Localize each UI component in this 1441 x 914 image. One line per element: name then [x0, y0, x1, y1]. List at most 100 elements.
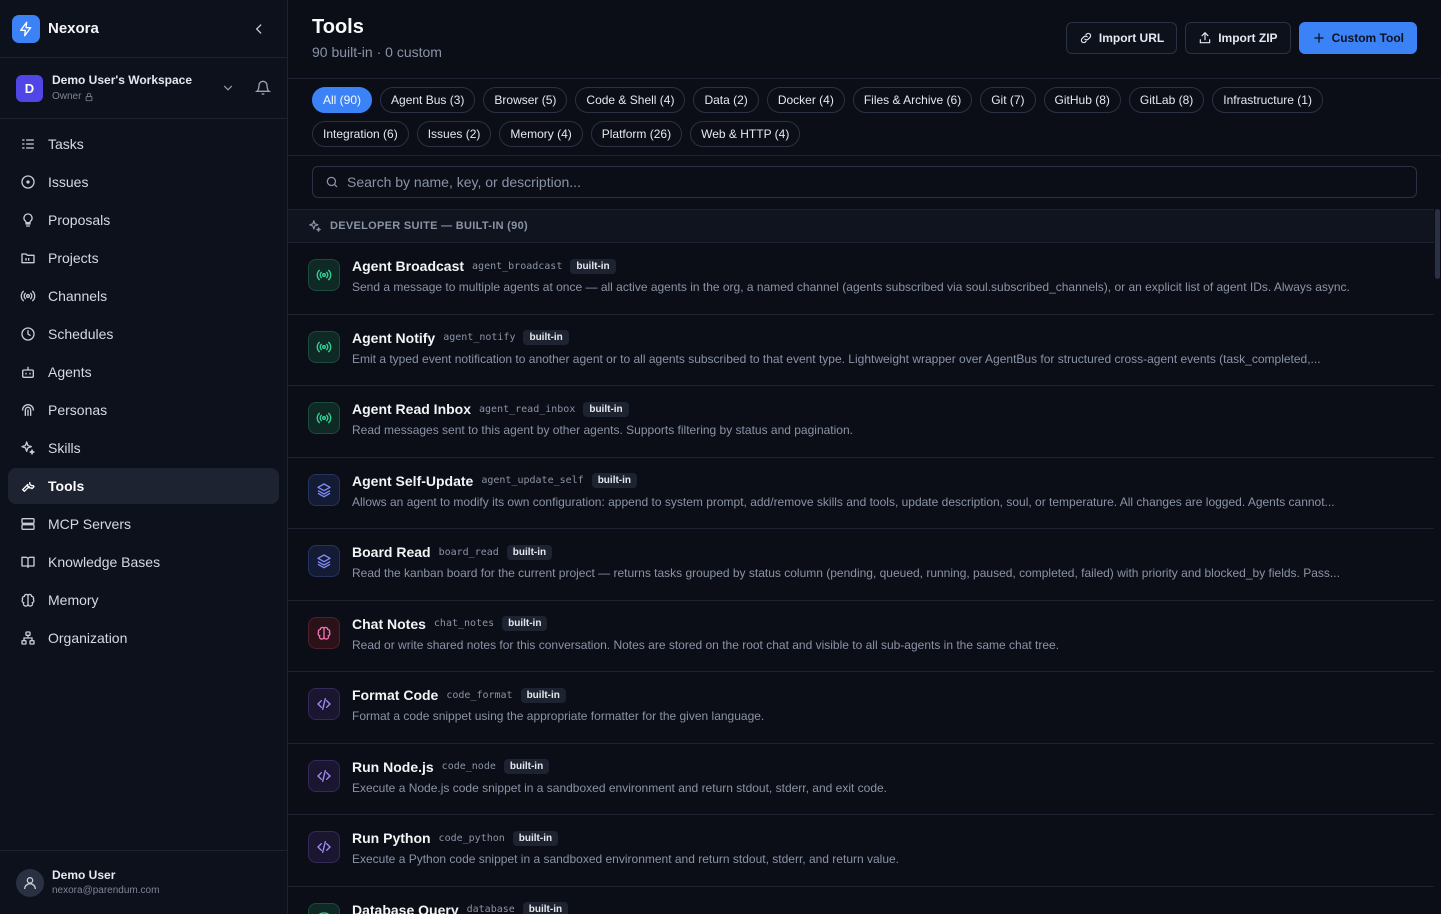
tool-row-agent-self-update[interactable]: Agent Self-Update agent_update_self buil…: [288, 458, 1434, 529]
import-url-button[interactable]: Import URL: [1065, 22, 1178, 54]
filter-chip-platform[interactable]: Platform (26): [590, 121, 683, 147]
brain-icon: [21, 593, 35, 607]
user-icon: [24, 877, 36, 890]
folder-icon: [21, 253, 35, 264]
filter-chip-github[interactable]: GitHub (8): [1043, 87, 1121, 113]
scrollbar[interactable]: [1434, 209, 1441, 914]
user-profile[interactable]: Demo User nexora@parendum.com: [0, 850, 287, 914]
filter-chip-agent-bus[interactable]: Agent Bus (3): [380, 87, 476, 113]
tool-row-board-read[interactable]: Board Read board_read built-in Read the …: [288, 529, 1434, 601]
import-zip-label: Import ZIP: [1218, 31, 1278, 45]
sidebar-item-tasks[interactable]: Tasks: [8, 126, 279, 162]
sidebar-item-channels[interactable]: Channels: [8, 278, 279, 314]
tool-row-run-python[interactable]: Run Python code_python built-in Execute …: [288, 815, 1434, 887]
filter-chip-gitlab[interactable]: GitLab (8): [1128, 87, 1205, 113]
wrench-icon: [22, 482, 35, 492]
search-input[interactable]: [347, 174, 1387, 190]
tool-header: Database Query database built-in: [352, 902, 569, 914]
sidebar-item-label: Schedules: [48, 326, 114, 342]
code-icon: [308, 831, 340, 863]
filter-chip-browser[interactable]: Browser (5): [483, 87, 568, 113]
sidebar-item-label: Organization: [48, 630, 128, 646]
filter-chip-docker[interactable]: Docker (4): [766, 87, 845, 113]
tool-row-database-query[interactable]: Database Query database built-in: [288, 887, 1434, 914]
filter-chip-all[interactable]: All (90): [312, 87, 373, 113]
broadcast-icon: [20, 290, 36, 302]
user-email: nexora@parendum.com: [52, 885, 160, 896]
tool-key: agent_notify: [443, 332, 516, 343]
filter-chip-data[interactable]: Data (2): [693, 87, 759, 113]
layers-icon: [308, 545, 340, 577]
tool-row-run-nodejs[interactable]: Run Node.js code_node built-in Execute a…: [288, 744, 1434, 815]
sidebar-item-label: Memory: [48, 592, 99, 608]
sidebar-item-schedules[interactable]: Schedules: [8, 316, 279, 352]
filter-chip-issues[interactable]: Issues (2): [416, 121, 492, 147]
filter-chip-files-archive[interactable]: Files & Archive (6): [852, 87, 973, 113]
sidebar-item-label: Tools: [48, 478, 85, 494]
filter-chip-code-shell[interactable]: Code & Shell (4): [575, 87, 686, 113]
filter-chip-integration[interactable]: Integration (6): [312, 121, 409, 147]
tool-name: Chat Notes: [352, 615, 426, 632]
filter-chip-web-http[interactable]: Web & HTTP (4): [690, 121, 801, 147]
scrollbar-thumb[interactable]: [1435, 209, 1440, 279]
tool-description: Allows an agent to modify its own config…: [352, 494, 1335, 509]
database-icon: [308, 902, 340, 914]
bell-icon[interactable]: [255, 80, 271, 96]
sidebar-item-personas[interactable]: Personas: [8, 392, 279, 428]
sidebar-item-label: Agents: [48, 364, 92, 380]
import-zip-button[interactable]: Import ZIP: [1185, 22, 1291, 54]
sidebar-item-memory[interactable]: Memory: [8, 582, 279, 618]
sidebar-item-mcp-servers[interactable]: MCP Servers: [8, 506, 279, 542]
tool-description: Read or write shared notes for this conv…: [352, 637, 1060, 652]
book-icon: [21, 556, 35, 568]
lightning-logo-icon: [12, 14, 40, 43]
collapse-sidebar-button[interactable]: [249, 19, 269, 39]
tool-key: code_python: [438, 832, 505, 844]
tool-key: agent_broadcast: [472, 260, 563, 272]
built-in-badge: built-in: [570, 258, 616, 274]
sidebar-item-label: Tasks: [48, 136, 84, 152]
tasks-icon: [22, 139, 34, 149]
tool-row-agent-broadcast[interactable]: Agent Broadcast agent_broadcast built-in…: [288, 243, 1434, 315]
custom-tool-button[interactable]: Custom Tool: [1298, 22, 1417, 54]
tool-row-agent-read-inbox[interactable]: Agent Read Inbox agent_read_inbox built-…: [288, 386, 1434, 458]
sidebar-item-organization[interactable]: Organization: [8, 620, 279, 656]
built-in-badge: built-in: [503, 759, 550, 774]
built-in-badge: built-in: [591, 473, 638, 488]
tool-header: Chat Notes chat_notes built-in: [352, 615, 548, 632]
sidebar-item-tools[interactable]: Tools: [8, 468, 279, 504]
sidebar-item-skills[interactable]: Skills: [8, 430, 279, 466]
filter-chip-infrastructure[interactable]: Infrastructure (1): [1212, 87, 1323, 113]
sidebar-item-issues[interactable]: Issues: [8, 164, 279, 200]
built-in-badge: built-in: [506, 544, 553, 560]
workspace-switcher[interactable]: D Demo User's Workspace Owner: [0, 58, 287, 119]
header-actions: Import URL Import ZIP Custom Tool: [1065, 22, 1417, 54]
user-avatar: [16, 869, 44, 897]
tool-header: Agent Read Inbox agent_read_inbox built-…: [352, 401, 629, 417]
tool-header: Agent Notify agent_notify built-in: [352, 330, 569, 346]
sidebar-item-proposals[interactable]: Proposals: [8, 202, 279, 238]
tool-description: Send a message to multiple agents at onc…: [352, 280, 1350, 294]
tool-header: Run Node.js code_node built-in: [352, 759, 550, 775]
broadcast-icon: [308, 259, 340, 291]
built-in-badge: built-in: [512, 830, 559, 846]
filter-chip-memory[interactable]: Memory (4): [499, 121, 583, 147]
search-icon: [326, 176, 338, 188]
main-nav: Tasks Issues Proposals Projects Channels…: [8, 126, 279, 658]
tool-key: code_node: [441, 761, 496, 772]
tool-row-agent-notify[interactable]: Agent Notify agent_notify built-in Emit …: [288, 315, 1434, 386]
tool-description: Format a code snippet using the appropri…: [352, 709, 765, 723]
filter-chip-git[interactable]: Git (7): [980, 87, 1036, 113]
sparkles-icon: [21, 441, 35, 455]
section-header: DEVELOPER SUITE — BUILT-IN (90): [288, 209, 1434, 243]
tool-row-chat-notes[interactable]: Chat Notes chat_notes built-in Read or w…: [288, 601, 1434, 672]
tool-name: Agent Read Inbox: [352, 401, 472, 417]
sidebar-item-projects[interactable]: Projects: [8, 240, 279, 276]
chevron-down-icon[interactable]: [221, 81, 235, 95]
tool-key: agent_read_inbox: [479, 403, 576, 415]
sidebar-item-knowledge-bases[interactable]: Knowledge Bases: [8, 544, 279, 580]
sidebar-item-label: Personas: [48, 402, 108, 418]
sidebar-item-agents[interactable]: Agents: [8, 354, 279, 390]
tool-row-format-code[interactable]: Format Code code_format built-in Format …: [288, 672, 1434, 744]
built-in-badge: built-in: [523, 330, 569, 345]
